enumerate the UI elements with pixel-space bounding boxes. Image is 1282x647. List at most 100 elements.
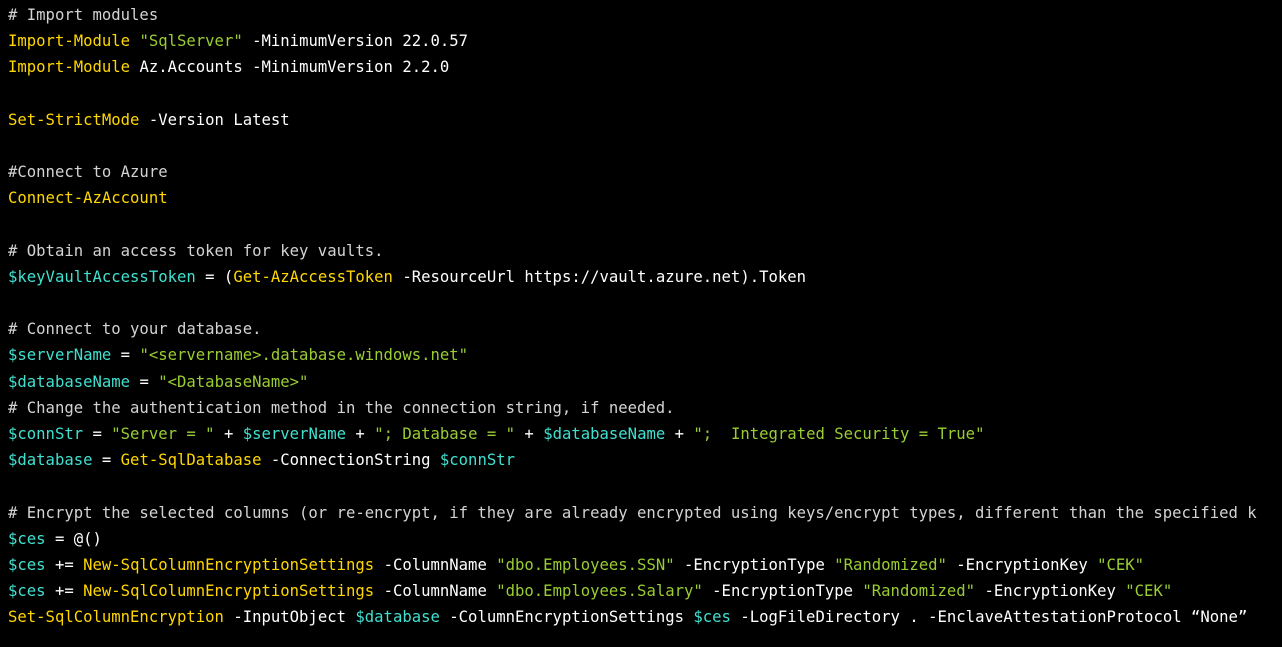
code-text: . [899,608,929,627]
parameter-name: -Version [148,110,224,129]
parameter-name: -ColumnEncryptionSettings [449,608,684,627]
code-operator: + [214,425,243,443]
code-line: Set-StrictMode -Version Latest [8,107,1282,133]
cmdlet-name: Import-Module [8,32,131,51]
string-literal: "CEK" [1097,555,1145,574]
parameter-name: -InputObject [233,608,346,627]
parameter-name: -EncryptionKey [984,582,1116,601]
code-text: Latest [223,110,290,129]
code-line: $ces += New-SqlColumnEncryptionSettings … [8,578,1282,604]
variable-name: $ces [8,555,46,574]
code-line: Import-Module Az.Accounts -MinimumVersio… [8,54,1282,80]
string-literal: "Randomized" [862,582,976,601]
cmdlet-name: New-SqlColumnEncryptionSettings [83,555,375,574]
cmdlet-name: Get-SqlDatabase [120,451,262,470]
code-operator: += [45,582,84,601]
parameter-name: -EncryptionType [684,555,825,574]
code-text: 22.0.57 [392,32,469,51]
string-literal: "; Integrated Security = True" [693,425,985,443]
code-operator: = [111,346,140,365]
string-literal: "<DatabaseName>" [158,372,309,391]
code-line: # Encrypt the selected columns (or re-en… [8,500,1282,526]
powershell-code-block: # Import modules Import-Module "SqlServer… [0,0,1282,631]
variable-name: $ces [8,582,46,601]
parameter-name: -ResourceUrl [402,267,515,286]
code-operator: += [45,555,84,574]
code-line: $databaseName = "<DatabaseName>" [8,369,1282,395]
code-line: $serverName = "<servername>.database.win… [8,342,1282,368]
code-line: $keyVaultAccessToken = (Get-AzAccessToke… [8,264,1282,290]
code-line: #Connect to Azure [8,159,1282,185]
code-comment: # Import modules [8,6,159,24]
code-operator: = [92,451,121,470]
code-line: $connStr = "Server = " + $serverName + "… [8,421,1282,447]
string-literal: "dbo.Employees.Salary" [496,582,703,601]
code-comment: #Connect to Azure [8,163,168,182]
string-literal: "SqlServer" [139,32,243,51]
cmdlet-name: New-SqlColumnEncryptionSettings [83,582,375,601]
code-operator: + [665,425,694,443]
variable-name: $connStr [439,451,515,470]
parameter-name: -EncryptionKey [956,555,1088,574]
variable-name: $databaseName [8,372,131,391]
code-text: “None” [1181,608,1248,627]
variable-name: $keyVaultAccessToken [8,267,196,286]
cmdlet-name: Set-StrictMode [8,110,140,129]
code-text: https://vault.azure.net).Token [515,267,807,286]
code-line: # Import modules [8,2,1282,28]
code-line: $database = Get-SqlDatabase -ConnectionS… [8,447,1282,473]
parameter-name: -ConnectionString [270,451,431,470]
code-operator: = @() [45,529,102,548]
code-line: $ces = @() [8,526,1282,552]
string-literal: "<servername>.database.windows.net" [139,346,469,365]
code-line: # Connect to your database. [8,316,1282,342]
code-operator: + [515,425,544,443]
parameter-name: -LogFileDirectory [740,608,900,627]
variable-name: $connStr [8,425,84,443]
code-text: 2.2.0 [392,58,450,77]
string-literal: "CEK" [1125,582,1173,601]
cmdlet-name: Set-SqlColumnEncryption [8,608,224,627]
parameter-name: -EnclaveAttestationProtocol [928,608,1182,627]
variable-name: $ces [8,529,46,548]
code-operator: = ( [195,267,234,286]
string-literal: "; Database = " [374,425,516,443]
parameter-name: -MinimumVersion [252,58,393,77]
code-viewer: # Import modules Import-Module "SqlServer… [0,0,1282,647]
parameter-name: -MinimumVersion [252,32,393,51]
code-line: Connect-AzAccount [8,185,1282,211]
code-line: Set-SqlColumnEncryption -InputObject $da… [8,604,1282,630]
variable-name: $ces [693,608,731,627]
code-comment: # Change the authentication method in th… [8,398,675,417]
code-operator: + [346,425,375,443]
parameter-name: -ColumnName [383,582,487,601]
parameter-name: -ColumnName [383,555,487,574]
code-comment: # Connect to your database. [8,320,262,339]
variable-name: $database [8,451,93,470]
code-line: Import-Module "SqlServer" -MinimumVersio… [8,28,1282,54]
